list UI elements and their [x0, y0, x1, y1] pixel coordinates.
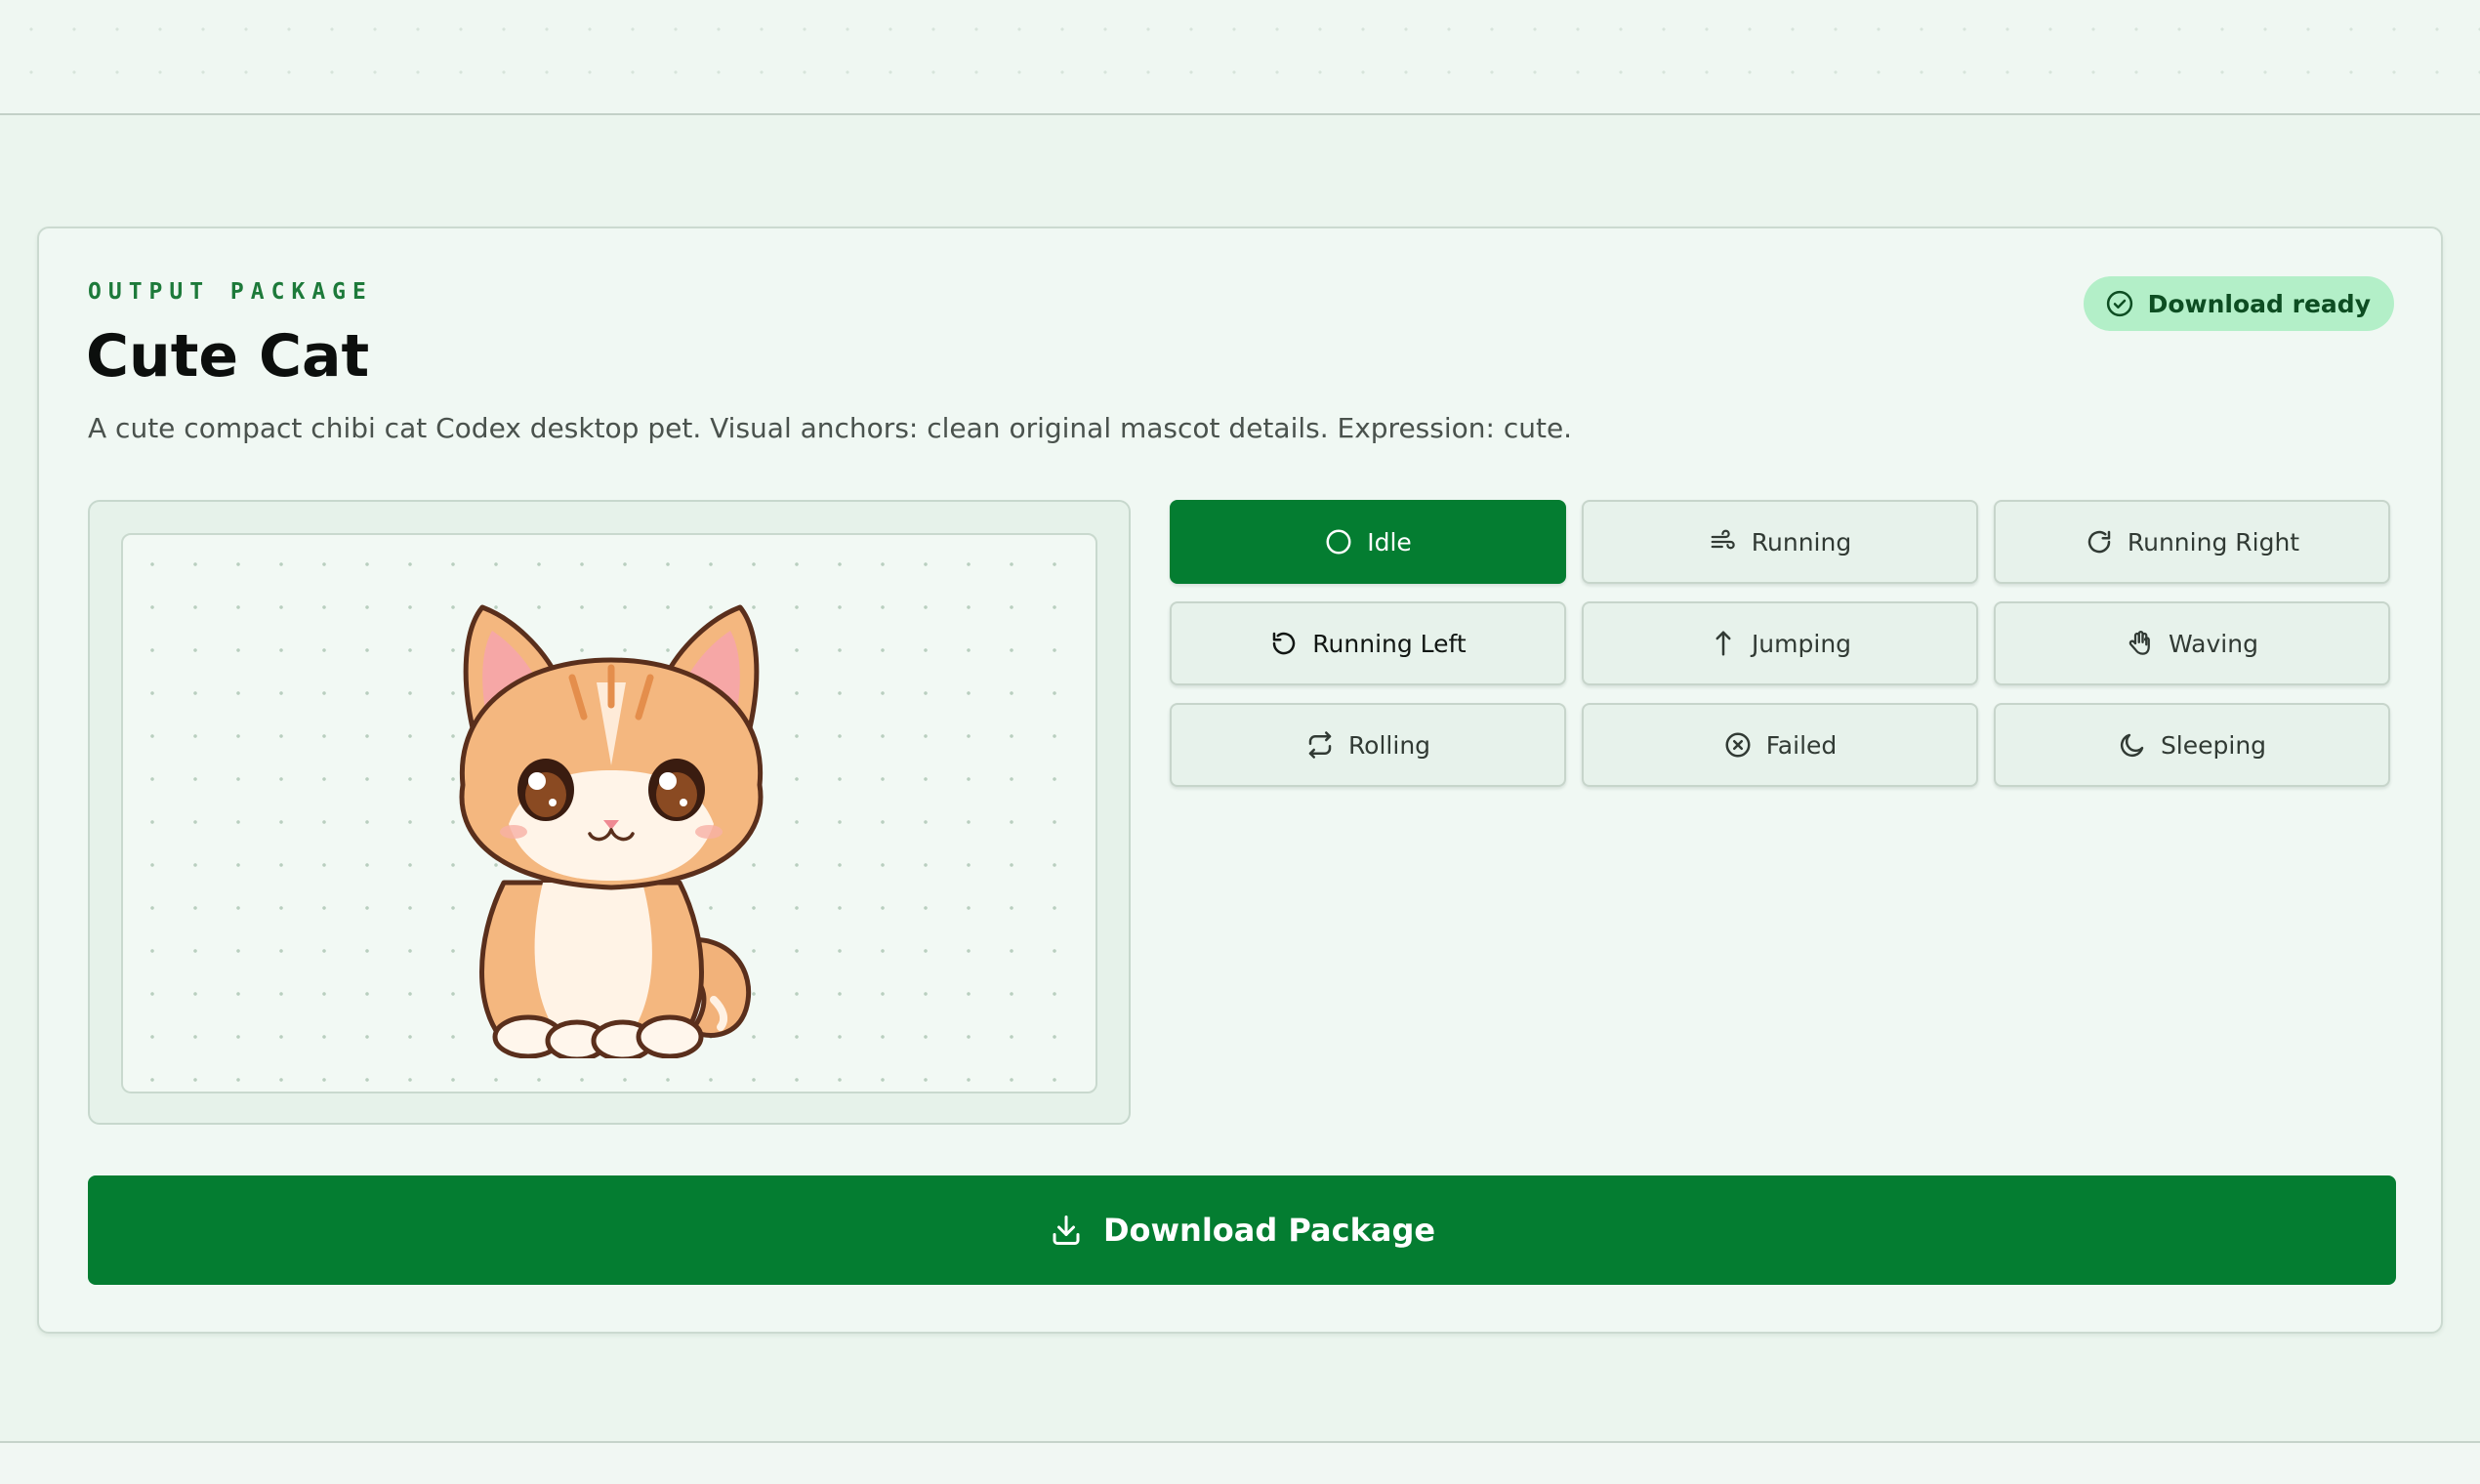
state-label: Failed — [1765, 730, 1838, 760]
state-label: Rolling — [1347, 730, 1431, 760]
state-label: Jumping — [1751, 629, 1852, 658]
check-circle-icon — [2106, 290, 2132, 317]
state-label: Idle — [1367, 527, 1412, 556]
state-button-running-right[interactable]: Running Right — [1994, 500, 2390, 584]
state-label: Sleeping — [2160, 730, 2267, 760]
state-button-waving[interactable]: Waving — [1994, 601, 2390, 685]
section-eyebrow: OUTPUT PACKAGE — [88, 279, 373, 305]
preview-canvas — [121, 533, 1097, 1093]
wind-icon — [1711, 529, 1735, 550]
state-button-grid: Idle Running Running Right Running Left … — [1170, 500, 2398, 787]
repeat-icon — [1308, 731, 1332, 759]
state-button-rolling[interactable]: Rolling — [1170, 703, 1566, 787]
state-button-failed[interactable]: Failed — [1582, 703, 1978, 787]
arrow-up-icon — [1715, 631, 1731, 656]
download-icon — [1053, 1216, 1080, 1245]
state-label: Waving — [2169, 629, 2258, 658]
cat-sprite-image — [459, 604, 764, 1058]
state-button-sleeping[interactable]: Sleeping — [1994, 703, 2390, 787]
rotate-cw-icon — [2087, 530, 2111, 554]
state-label: Running Right — [2127, 527, 2300, 556]
download-package-button[interactable]: Download Package — [88, 1175, 2396, 1285]
state-button-idle[interactable]: Idle — [1170, 500, 1566, 584]
page-title: Cute Cat — [86, 322, 370, 391]
state-button-jumping[interactable]: Jumping — [1582, 601, 1978, 685]
preview-panel — [88, 500, 1131, 1125]
circle-icon — [1326, 529, 1351, 555]
state-label: Running Left — [1312, 629, 1467, 658]
bottom-bar — [0, 1441, 2480, 1484]
top-bar — [0, 0, 2480, 115]
state-label: Running — [1751, 527, 1852, 556]
rotate-ccw-icon — [1273, 632, 1296, 655]
package-description: A cute compact chibi cat Codex desktop p… — [88, 412, 1573, 444]
state-button-running[interactable]: Running — [1582, 500, 1978, 584]
output-package-card: OUTPUT PACKAGE Cute Cat A cute compact c… — [37, 227, 2443, 1334]
x-circle-icon — [1725, 732, 1751, 758]
download-button-label: Download Package — [1102, 1212, 1436, 1249]
status-badge-label: Download ready — [2147, 289, 2371, 318]
hand-icon — [2129, 631, 2150, 655]
status-badge: Download ready — [2083, 276, 2394, 331]
moon-icon — [2120, 733, 2144, 758]
state-button-running-left[interactable]: Running Left — [1170, 601, 1566, 685]
